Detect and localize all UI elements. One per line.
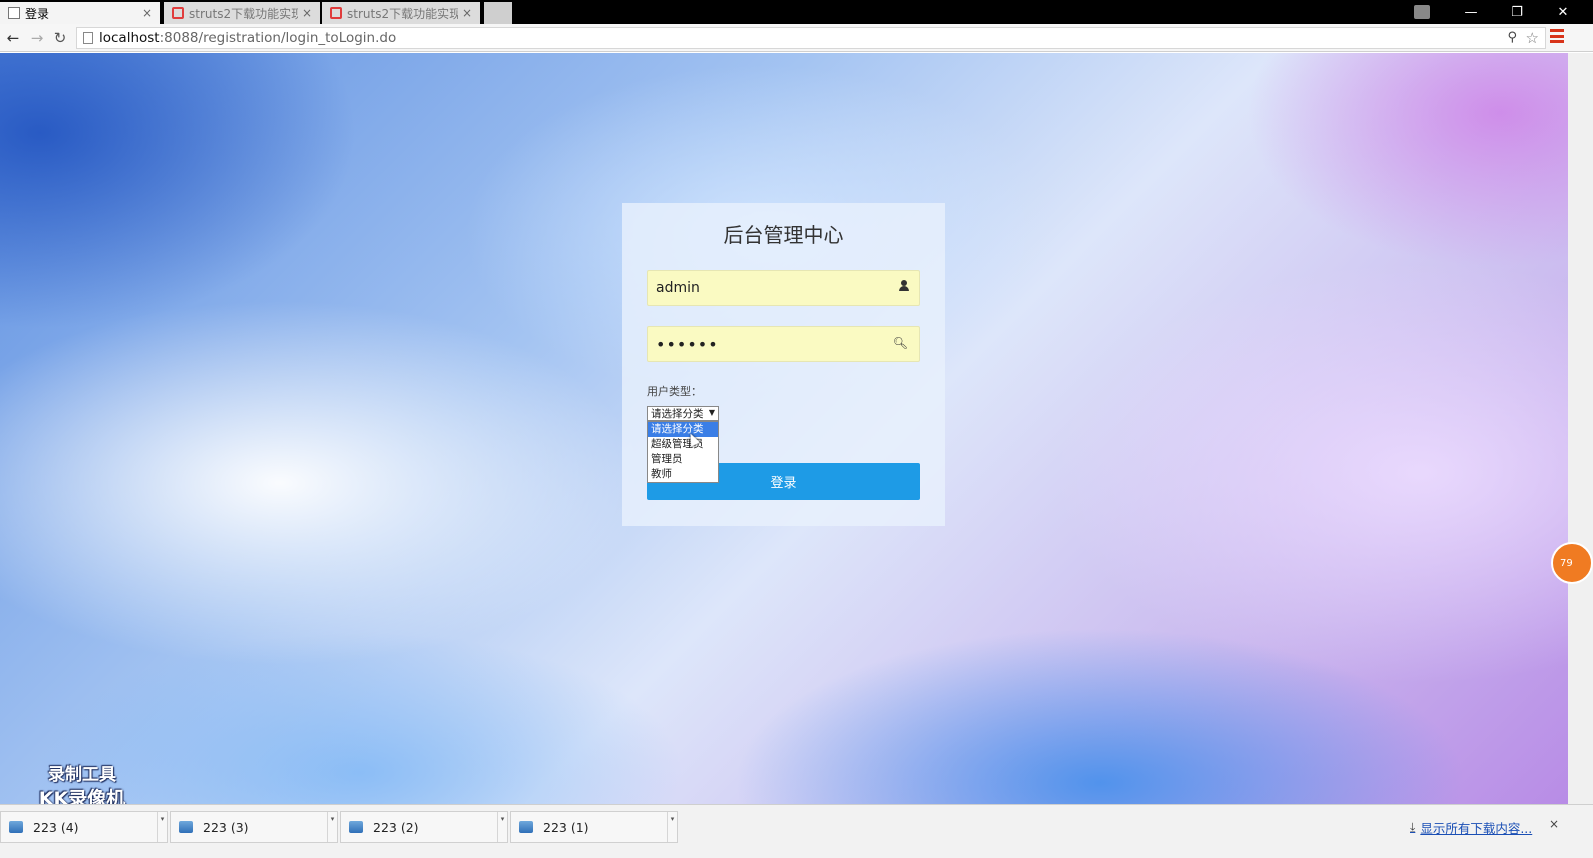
page-icon: [83, 32, 93, 44]
scrollbar[interactable]: [1568, 53, 1593, 804]
file-icon: [349, 821, 363, 833]
download-icon: ⤓: [1410, 820, 1416, 834]
chevron-down-icon[interactable]: ▾: [497, 812, 507, 842]
csdn-favicon-icon: [172, 7, 184, 19]
tab-login[interactable]: 登录 ×: [0, 2, 160, 24]
download-item[interactable]: 223 (4) ▾: [0, 811, 168, 843]
option-teacher[interactable]: 教师: [648, 467, 718, 482]
key-icon: 🔍︎: [892, 336, 909, 350]
file-icon: [519, 821, 533, 833]
chevron-down-icon[interactable]: ▾: [157, 812, 167, 842]
chevron-down-icon[interactable]: ▾: [667, 812, 677, 842]
password-value: ••••••: [656, 334, 719, 354]
username-input[interactable]: admin: [647, 270, 920, 306]
bookmark-star-icon[interactable]: ☆: [1526, 29, 1539, 47]
download-name: 223 (4): [33, 819, 79, 835]
username-value: admin: [656, 280, 700, 296]
browser-menu-icon[interactable]: [1550, 29, 1564, 43]
page-title: 后台管理中心: [723, 223, 844, 247]
watermark-line2: KK录像机: [38, 788, 126, 804]
select-value: 请选择分类: [651, 408, 704, 420]
download-shelf: 223 (4) ▾ 223 (3) ▾ 223 (2) ▾ 223 (1) ▾ …: [0, 804, 1593, 858]
reload-icon[interactable]: ↻: [49, 27, 71, 49]
close-icon[interactable]: ×: [1549, 817, 1559, 831]
tab-close-icon[interactable]: ×: [302, 6, 312, 20]
forward-arrow-icon[interactable]: →: [26, 27, 48, 49]
tab-strip: 登录 × struts2下载功能实现 × struts2下载功能实现 × — ❐…: [0, 0, 1593, 24]
floating-badge[interactable]: 79: [1551, 542, 1593, 584]
tab-close-icon[interactable]: ×: [462, 6, 472, 20]
minimize-button[interactable]: —: [1448, 0, 1494, 24]
profile-icon[interactable]: [1410, 0, 1434, 24]
download-item[interactable]: 223 (2) ▾: [340, 811, 508, 843]
download-name: 223 (1): [543, 819, 589, 835]
close-window-button[interactable]: ✕: [1540, 0, 1586, 24]
file-icon: [179, 821, 193, 833]
recorder-watermark: 录制工具 KK录像机: [22, 763, 142, 804]
tab-struts2-download-1[interactable]: struts2下载功能实现 ×: [164, 2, 320, 24]
user-icon: [899, 280, 909, 294]
option-select-category[interactable]: 请选择分类: [648, 422, 718, 437]
csdn-favicon-icon: [330, 7, 342, 19]
tab-title: 登录: [25, 6, 50, 21]
back-arrow-icon[interactable]: ←: [2, 27, 24, 49]
page-favicon-icon: [8, 7, 20, 19]
new-tab-button[interactable]: [484, 2, 512, 24]
file-icon: [9, 821, 23, 833]
password-input[interactable]: •••••• 🔍︎: [647, 326, 920, 362]
login-panel: 后台管理中心 admin •••••• 🔍︎ 用户类型： 请选择分类 ▼ 请选择…: [622, 203, 945, 526]
show-all-downloads-link[interactable]: ⤓ 显示所有下载内容...: [1410, 818, 1532, 837]
url-host: localhost: [99, 30, 160, 46]
user-type-select[interactable]: 请选择分类 ▼: [647, 406, 719, 421]
watermark-line1: 录制工具: [48, 765, 116, 785]
user-type-label: 用户类型：: [647, 385, 702, 398]
option-super-admin[interactable]: 超级管理员: [648, 437, 718, 452]
key-icon[interactable]: ⚲: [1507, 30, 1517, 45]
download-name: 223 (3): [203, 819, 249, 835]
address-bar[interactable]: localhost :8088/registration/login_toLog…: [76, 27, 1546, 49]
tab-title: struts2下载功能实现: [347, 6, 458, 21]
user-type-dropdown: 请选择分类 超级管理员 管理员 教师: [647, 421, 719, 483]
download-item[interactable]: 223 (1) ▾: [510, 811, 678, 843]
download-name: 223 (2): [373, 819, 419, 835]
chevron-down-icon[interactable]: ▾: [327, 812, 337, 842]
tab-title: struts2下载功能实现: [189, 6, 298, 21]
show-all-label: 显示所有下载内容...: [1420, 821, 1533, 836]
page-background: 后台管理中心 admin •••••• 🔍︎ 用户类型： 请选择分类 ▼ 请选择…: [0, 53, 1568, 804]
tab-close-icon[interactable]: ×: [142, 6, 152, 20]
chevron-down-icon: ▼: [708, 408, 715, 417]
restore-button[interactable]: ❐: [1494, 0, 1540, 24]
download-item[interactable]: 223 (3) ▾: [170, 811, 338, 843]
url-path: :8088/registration/login_toLogin.do: [159, 30, 397, 46]
tab-struts2-download-2[interactable]: struts2下载功能实现 ×: [322, 2, 480, 24]
browser-toolbar: ← → ↻ localhost :8088/registration/login…: [0, 24, 1593, 52]
option-admin[interactable]: 管理员: [648, 452, 718, 467]
